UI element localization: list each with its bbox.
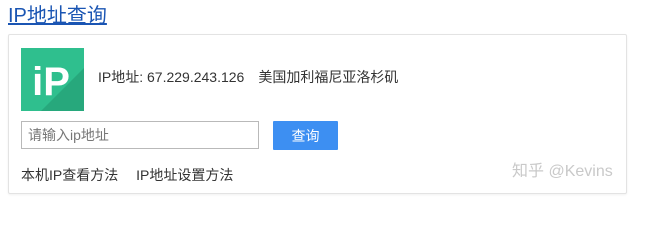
watermark: 知乎 @Kevins <box>512 163 613 180</box>
ip-logo-icon: iP <box>21 48 84 111</box>
ip-value: 67.229.243.126 <box>147 69 245 85</box>
link-ip-settings-method[interactable]: IP地址设置方法 <box>136 167 233 183</box>
help-links: 本机IP查看方法 IP地址设置方法 <box>21 165 247 185</box>
query-button[interactable]: 查询 <box>273 121 338 150</box>
ip-location: 美国加利福尼亚洛杉矶 <box>258 69 399 85</box>
ip-logo-text: iP <box>32 60 70 104</box>
ip-label: IP地址: <box>98 69 144 85</box>
ip-result-line: IP地址: 67.229.243.126 美国加利福尼亚洛杉矶 <box>98 67 398 87</box>
link-local-ip-method[interactable]: 本机IP查看方法 <box>21 167 118 183</box>
ip-search-input[interactable] <box>21 121 259 149</box>
page-title[interactable]: IP地址查询 <box>8 3 107 29</box>
